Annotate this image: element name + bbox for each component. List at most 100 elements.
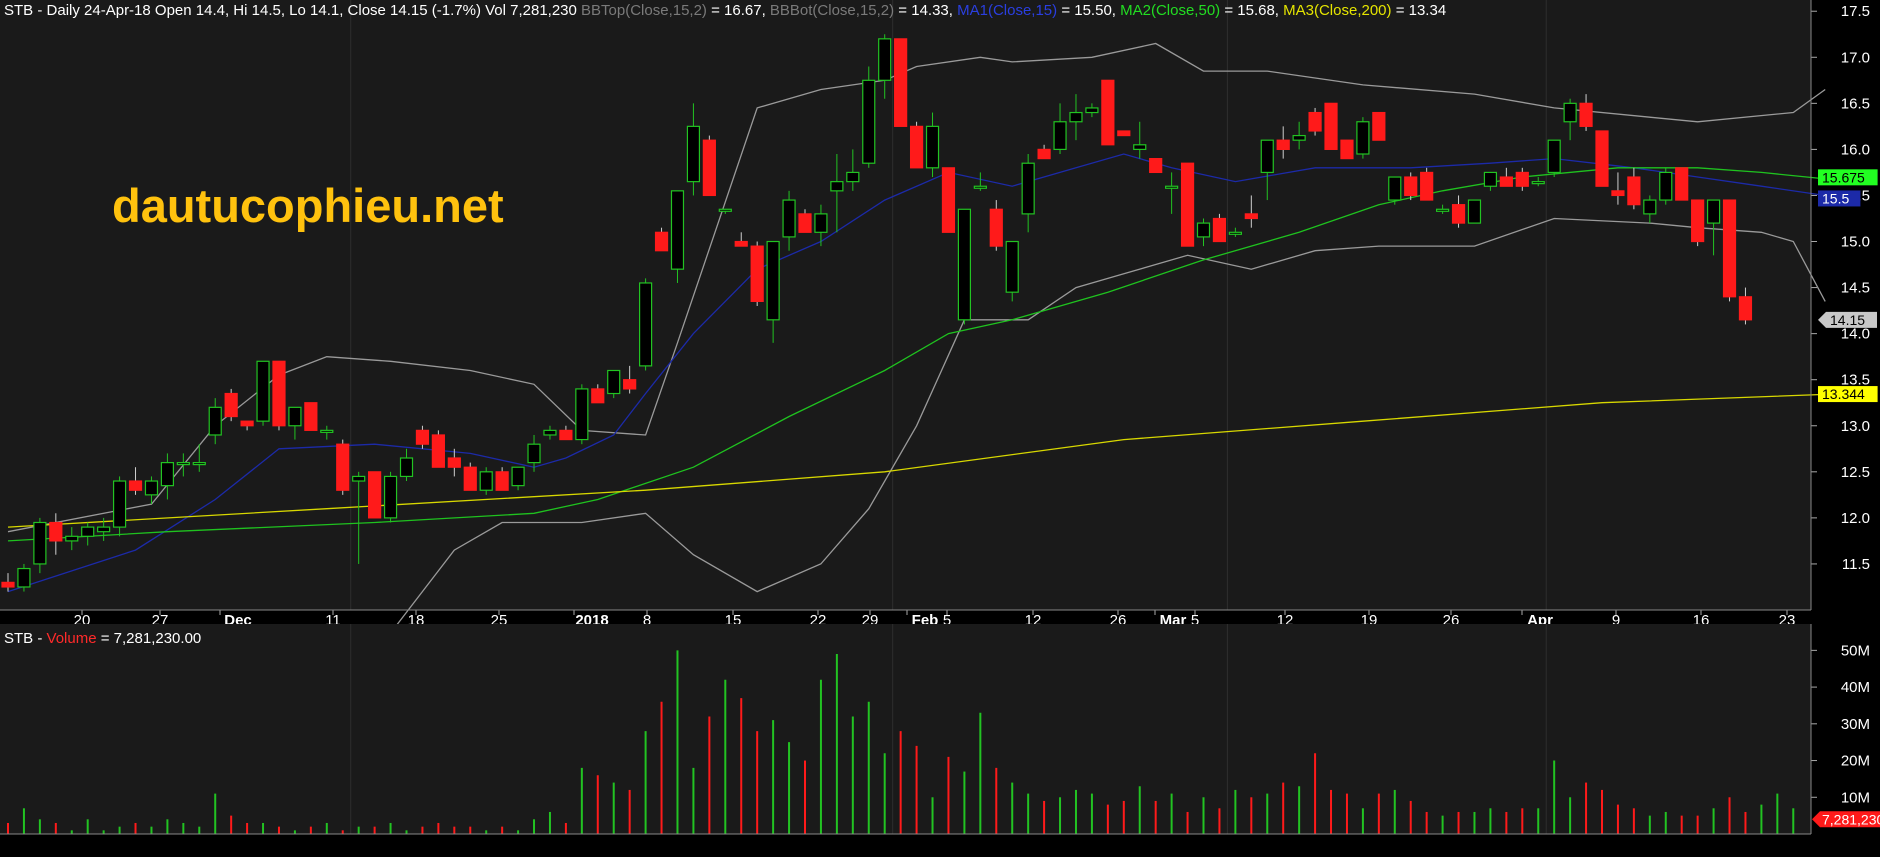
bbtop-label: BBTop(Close,15,2) (581, 2, 707, 19)
candle-body (368, 471, 382, 519)
candle-body (559, 429, 573, 441)
price-tick-label: 14.5 (1841, 280, 1870, 297)
candle-body (383, 475, 398, 519)
bbbot-label: BBBot(Close,15,2) (770, 2, 894, 19)
candle-body (128, 480, 143, 491)
candle-body (607, 369, 621, 395)
candle-body (33, 521, 47, 565)
candle-body (878, 38, 892, 81)
candle-body (144, 480, 159, 496)
vol-header-sep: - (33, 630, 46, 647)
price-tick-label: 15.0 (1841, 234, 1870, 251)
candle-body (65, 535, 79, 542)
candle-body (495, 471, 509, 491)
price-tick-label: 12.5 (1841, 464, 1870, 481)
candle-body (224, 392, 238, 418)
candle-body (798, 213, 812, 233)
candle-body (1531, 181, 1545, 185)
price-label-text: 15.5 (1822, 190, 1849, 206)
header-info: Daily 24-Apr-18 Open 14.4, Hi 14.5, Lo 1… (47, 2, 577, 19)
volume-last-label-text: 7,281,230 (1822, 811, 1880, 827)
candle-body (1515, 171, 1529, 187)
volume-panel-bg (0, 624, 1811, 834)
price-tick-label: 11.5 (1842, 556, 1870, 573)
candle-body (1276, 139, 1290, 150)
candle-body (638, 282, 653, 367)
candle-body (1675, 167, 1689, 201)
candle-body (1691, 199, 1705, 243)
candle-body (352, 475, 366, 482)
volume-header: STB - Volume = 7,281,230.00 (4, 630, 201, 647)
candle-body (1435, 208, 1450, 212)
candle-body (1643, 199, 1657, 215)
candle-body (176, 462, 190, 466)
candle-body (1659, 171, 1673, 201)
candle-body (1101, 79, 1115, 146)
candle-body (1228, 231, 1242, 235)
candle-body (1292, 134, 1306, 141)
candle-body (1467, 199, 1482, 224)
candle-body (304, 402, 318, 431)
ma3-label: MA3(Close,200) (1283, 2, 1391, 19)
candle-body (623, 379, 637, 390)
candle-body (925, 125, 940, 169)
candle-body (17, 567, 31, 588)
header-sep: - (33, 2, 46, 19)
candle-body (240, 420, 254, 427)
candle-body (1563, 102, 1577, 123)
candle-body (1308, 111, 1322, 132)
candle-body (336, 443, 350, 491)
candle-body (1611, 190, 1625, 197)
candle-body (718, 208, 732, 212)
candle-body (192, 462, 206, 466)
candle-body (782, 199, 796, 238)
candle-body (1149, 158, 1163, 174)
candle-body (1483, 171, 1498, 187)
candle-body (208, 406, 222, 436)
candle-body (1165, 185, 1179, 189)
candle-body (1117, 130, 1131, 137)
candle-body (415, 429, 430, 445)
header-symbol: STB (4, 2, 33, 19)
candle-body (112, 480, 127, 528)
stock-chart: dautucophieu.net STB - Daily 24-Apr-18 O… (0, 0, 1880, 852)
candle-body (431, 434, 445, 468)
ma3-value: = 13.34 (1392, 2, 1447, 19)
candle-body (1595, 130, 1609, 187)
volume-tick-label: 40M (1841, 679, 1870, 696)
candle-body (288, 406, 302, 427)
vol-header-symbol: STB (4, 630, 33, 647)
volume-axis: 10M 20M 30M 40M 50M 7,281,230 (1811, 642, 1880, 828)
candle-body (511, 466, 525, 487)
candle-body (702, 139, 716, 197)
candle-body (1037, 148, 1051, 160)
watermark: dautucophieu.net (112, 179, 504, 232)
candle-body (1324, 102, 1338, 150)
price-label-text: 13.344 (1822, 386, 1865, 402)
candle-body (1420, 171, 1434, 201)
candle-body (447, 457, 461, 468)
candle-body (1069, 111, 1083, 123)
candle-body (479, 471, 493, 491)
volume-tick-label: 30M (1841, 716, 1870, 733)
candle-body (1133, 144, 1147, 150)
candle-body (989, 208, 1003, 247)
bbtop-value: = 16.67, (707, 2, 770, 19)
candle-body (846, 171, 860, 183)
candle-body (654, 231, 669, 252)
candle-body (399, 457, 414, 478)
candle-body (591, 388, 605, 404)
candle-body (973, 185, 987, 189)
price-label-text: 14.15 (1830, 312, 1865, 328)
candle-body (1404, 176, 1418, 197)
volume-tick-label: 10M (1841, 789, 1870, 806)
candle-body (1579, 102, 1593, 127)
candle-body (670, 190, 685, 270)
candle-body (543, 429, 557, 436)
candle-body (862, 79, 876, 164)
price-tick-label: 17.0 (1841, 49, 1870, 66)
candle-body (575, 388, 589, 441)
candle-body (81, 526, 95, 537)
candle-body (256, 360, 270, 422)
price-label-text: 15.675 (1822, 169, 1865, 185)
